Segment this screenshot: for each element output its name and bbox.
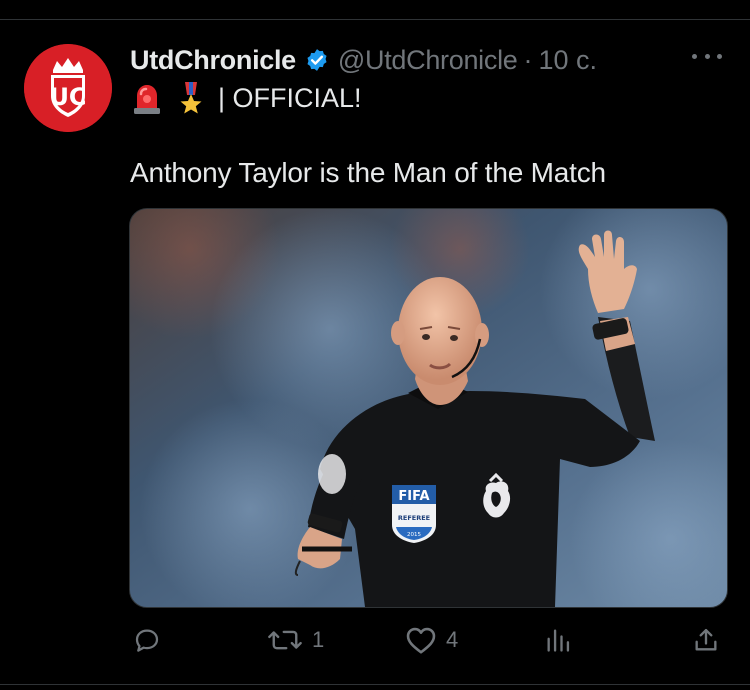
display-name[interactable]: UtdChronicle bbox=[130, 45, 296, 76]
medal-emoji-icon bbox=[176, 81, 206, 115]
verified-badge-icon bbox=[304, 47, 330, 73]
tweet-media-photo[interactable]: FIFA REFEREE 2015 bbox=[129, 208, 728, 608]
retweet-icon bbox=[266, 625, 304, 655]
more-options-icon[interactable] bbox=[692, 51, 722, 61]
tweet-actions: 1 4 bbox=[0, 620, 750, 660]
official-text: | OFFICIAL! bbox=[218, 82, 362, 113]
views-icon bbox=[544, 625, 572, 655]
views-button[interactable] bbox=[544, 620, 580, 660]
tweet-header: UtdChronicle @UtdChronicle · 10 с. bbox=[130, 42, 597, 78]
badge-fifa-text: FIFA bbox=[398, 489, 429, 504]
timestamp[interactable]: 10 с. bbox=[538, 45, 597, 76]
heart-icon bbox=[404, 625, 438, 655]
retweet-count: 1 bbox=[312, 627, 325, 652]
share-button[interactable] bbox=[692, 620, 720, 660]
share-icon bbox=[692, 625, 720, 655]
badge-year-text: 2015 bbox=[407, 532, 421, 538]
retweet-button[interactable]: 1 bbox=[266, 620, 324, 660]
handle[interactable]: @UtdChronicle bbox=[338, 45, 518, 76]
avatar-initials: UC bbox=[49, 83, 86, 111]
reply-icon bbox=[132, 625, 162, 655]
bottom-divider bbox=[0, 684, 750, 685]
separator-dot: · bbox=[523, 44, 533, 75]
siren-emoji-icon bbox=[132, 81, 162, 115]
reply-button[interactable] bbox=[132, 620, 170, 660]
tweet-text: Anthony Taylor is the Man of the Match bbox=[130, 157, 606, 188]
avatar[interactable]: UC bbox=[24, 44, 112, 132]
badge-referee-text: REFEREE bbox=[398, 514, 430, 522]
like-count: 4 bbox=[446, 627, 459, 652]
tweet-line-official: | OFFICIAL! bbox=[132, 80, 362, 116]
tweet[interactable]: UC UtdChronicle @UtdChronicle · 10 с. | … bbox=[0, 20, 750, 684]
like-button[interactable]: 4 bbox=[404, 620, 458, 660]
